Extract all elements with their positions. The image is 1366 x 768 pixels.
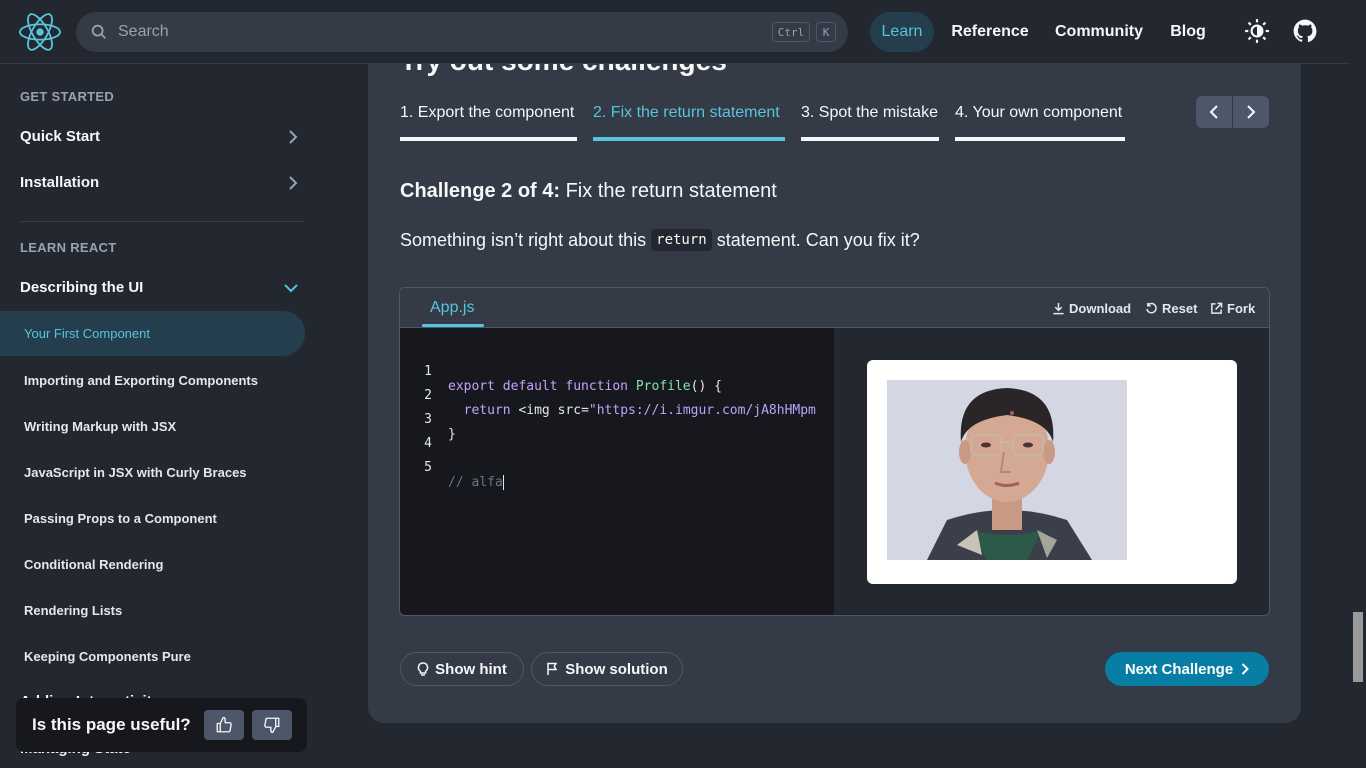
code-line: 2 return <img src="https://i.imgur.com/j… — [400, 373, 834, 418]
nav-blog[interactable]: Blog — [1162, 12, 1214, 52]
show-hint-label: Show hint — [435, 660, 507, 678]
challenge-title: Challenge 2 of 4: Fix the return stateme… — [400, 180, 777, 203]
code-comment: // alfa — [448, 475, 503, 490]
code-line: 4 — [400, 421, 834, 451]
external-link-icon — [1211, 302, 1223, 314]
show-solution-label: Show solution — [565, 660, 668, 678]
lightbulb-icon — [417, 661, 429, 676]
flag-icon — [547, 662, 558, 675]
thumbs-down-button[interactable] — [252, 710, 292, 740]
search-placeholder: Search — [118, 23, 169, 40]
show-solution-button[interactable]: Show solution — [531, 652, 683, 686]
tab-underline — [955, 137, 1125, 141]
shortcut-ctrl-key: Ctrl — [772, 22, 810, 42]
sidebar-item-your-first-component[interactable]: Your First Component — [24, 326, 150, 341]
challenge-name: Fix the return statement — [565, 180, 777, 202]
sidebar-item-javascript-in-jsx[interactable]: JavaScript in JSX with Curly Braces — [24, 465, 247, 480]
top-navbar: Search Ctrl K Learn Reference Community … — [0, 0, 1350, 64]
code-line: 1 export default function Profile() { — [400, 349, 834, 394]
reset-button[interactable]: Reset — [1145, 301, 1197, 316]
description-text: Something isn’t right about this — [400, 229, 647, 250]
download-label: Download — [1069, 301, 1132, 316]
chevron-down-icon — [284, 283, 298, 292]
description-text: statement. Can you fix it? — [716, 229, 920, 250]
sidebar-item-label: Describing the UI — [20, 279, 144, 296]
challenge-description: Something isn’t right about this return … — [400, 229, 920, 251]
fork-button[interactable]: Fork — [1210, 301, 1255, 316]
page-scrollbar[interactable] — [1350, 0, 1366, 768]
sidebar-divider — [20, 221, 304, 222]
tab-underline — [400, 137, 577, 141]
nav-learn[interactable]: Learn — [870, 12, 934, 52]
theme-toggle-icon[interactable] — [1244, 18, 1270, 44]
sidebar-item-label: Installation — [20, 174, 100, 191]
thumbs-up-button[interactable] — [204, 710, 244, 740]
feedback-question: Is this page useful? — [32, 715, 191, 734]
previous-challenge-button[interactable] — [1196, 96, 1232, 128]
tab-spot-mistake[interactable]: 3. Spot the mistake — [801, 104, 938, 122]
preview-frame — [867, 360, 1237, 584]
chevron-left-icon — [1209, 105, 1218, 119]
thumbs-down-icon — [264, 717, 280, 734]
tab-fix-return[interactable]: 2. Fix the return statement — [593, 104, 780, 122]
download-icon — [1053, 302, 1064, 315]
fork-label: Fork — [1227, 301, 1256, 316]
line-number: 5 — [424, 460, 432, 475]
code-line: 5 // alfa — [400, 445, 834, 490]
sidebar-item-importing-exporting[interactable]: Importing and Exporting Components — [24, 373, 258, 388]
search-icon — [91, 24, 106, 39]
file-tab-underline — [422, 324, 484, 327]
section-get-started: GET STARTED — [20, 89, 115, 104]
challenge-counter: Challenge 2 of 4: — [400, 180, 561, 202]
sidebar: GET STARTED Quick Start Installation LEA… — [0, 64, 318, 768]
sidebar-item-installation[interactable]: Installation — [20, 174, 298, 191]
sidebar-item-keeping-pure[interactable]: Keeping Components Pure — [24, 649, 191, 664]
code-editor[interactable]: 1 export default function Profile() { 2 … — [400, 328, 834, 615]
chevron-right-icon — [1241, 663, 1250, 675]
code-line: 3 } — [400, 397, 834, 442]
reset-icon — [1146, 302, 1157, 314]
section-learn-react: LEARN REACT — [20, 240, 117, 255]
inline-code: return — [651, 229, 712, 251]
reset-label: Reset — [1162, 301, 1198, 316]
tab-underline — [801, 137, 939, 141]
tab-underline-active — [593, 137, 785, 141]
react-logo-icon[interactable] — [19, 12, 61, 52]
tab-own-component[interactable]: 4. Your own component — [955, 104, 1122, 122]
sidebar-item-describing-ui[interactable]: Describing the UI — [20, 279, 298, 296]
chevron-right-icon — [1247, 105, 1256, 119]
github-icon[interactable] — [1292, 18, 1318, 44]
profile-photo — [887, 380, 1127, 560]
page-scrollbar-thumb[interactable] — [1353, 612, 1363, 682]
next-challenge-arrow-button[interactable] — [1233, 96, 1269, 128]
preview-pane — [834, 328, 1269, 615]
sandbox-header: App.js Download Reset Fork — [400, 288, 1269, 328]
chevron-right-icon — [289, 175, 298, 190]
search-input[interactable]: Search Ctrl K — [76, 12, 848, 52]
chevron-right-icon — [289, 129, 298, 144]
sidebar-item-quick-start[interactable]: Quick Start — [20, 128, 298, 145]
feedback-widget: Is this page useful? — [16, 698, 307, 752]
sidebar-item-writing-markup[interactable]: Writing Markup with JSX — [24, 419, 176, 434]
next-challenge-label: Next Challenge — [1124, 660, 1234, 678]
code-sandbox: App.js Download Reset Fork 1 export defa… — [399, 287, 1270, 616]
show-hint-button[interactable]: Show hint — [400, 652, 524, 686]
thumbs-up-icon — [216, 716, 232, 733]
shortcut-k-key: K — [816, 22, 836, 42]
nav-reference[interactable]: Reference — [944, 12, 1036, 52]
sidebar-item-passing-props[interactable]: Passing Props to a Component — [24, 511, 217, 526]
tab-export-component[interactable]: 1. Export the component — [400, 104, 574, 122]
sidebar-item-conditional-rendering[interactable]: Conditional Rendering — [24, 557, 163, 572]
next-challenge-button[interactable]: Next Challenge — [1105, 652, 1269, 686]
file-tab-app-js[interactable]: App.js — [430, 299, 474, 317]
download-button[interactable]: Download — [1052, 301, 1131, 316]
sidebar-item-label: Quick Start — [20, 128, 101, 145]
text-cursor — [502, 475, 504, 490]
nav-community[interactable]: Community — [1046, 12, 1152, 52]
sidebar-item-rendering-lists[interactable]: Rendering Lists — [24, 603, 122, 618]
